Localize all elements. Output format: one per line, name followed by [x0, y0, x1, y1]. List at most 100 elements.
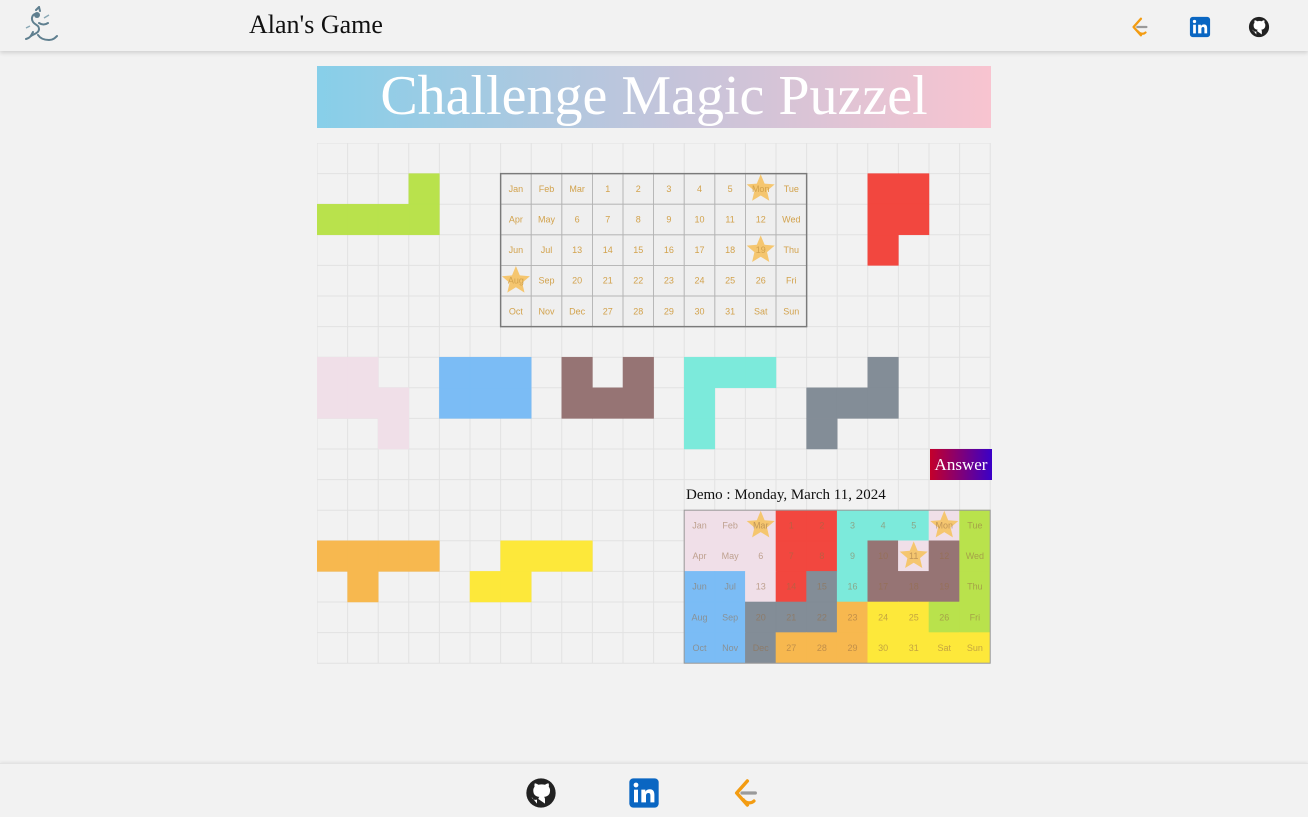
dragon-logo-icon[interactable]	[22, 5, 58, 44]
calendar-cell-label: Mon	[752, 184, 770, 194]
demo-cell-label: Jun	[692, 582, 707, 592]
piece-blue[interactable]	[439, 356, 471, 389]
piece-teal[interactable]	[683, 418, 716, 450]
calendar-cell-label: Jul	[541, 245, 553, 255]
demo-cell-label: Sep	[722, 612, 738, 622]
piece-yellow[interactable]	[500, 540, 532, 572]
piece-pink[interactable]	[377, 418, 410, 450]
github-icon[interactable]	[1247, 15, 1271, 39]
piece-gray[interactable]	[867, 387, 899, 419]
piece-lime[interactable]	[408, 173, 440, 205]
piece-orange[interactable]	[347, 540, 379, 572]
demo-cell-label: 23	[847, 612, 857, 622]
piece-teal[interactable]	[714, 356, 746, 389]
calendar-cell-label: 10	[694, 215, 704, 225]
piece-orange[interactable]	[377, 540, 410, 572]
demo-cell-label: Sun	[967, 643, 983, 653]
calendar-cell-label: 1	[605, 184, 610, 194]
calendar-cell-label: 31	[725, 306, 735, 316]
demo-cell-label: Mon	[936, 521, 954, 531]
demo-cell-label: 25	[909, 612, 919, 622]
piece-brown[interactable]	[561, 356, 593, 389]
piece-lime[interactable]	[377, 203, 410, 236]
calendar-cell-label: Wed	[782, 215, 800, 225]
calendar-cell-label: Nov	[538, 306, 555, 316]
piece-lime[interactable]	[347, 203, 379, 236]
piece-lime[interactable]	[408, 203, 440, 236]
piece-pink[interactable]	[347, 356, 379, 389]
piece-brown[interactable]	[592, 387, 624, 419]
game-banner: Challenge Magic Puzzel	[317, 66, 991, 128]
piece-orange[interactable]	[347, 571, 379, 603]
piece-brown[interactable]	[561, 387, 593, 419]
piece-gray[interactable]	[806, 418, 838, 450]
piece-red[interactable]	[898, 173, 930, 205]
piece-pink[interactable]	[347, 387, 379, 419]
calendar-cell-label: 20	[572, 276, 582, 286]
piece-gray[interactable]	[867, 356, 899, 389]
calendar-cell-label: 14	[603, 245, 613, 255]
piece-yellow[interactable]	[469, 571, 501, 603]
piece-yellow[interactable]	[500, 571, 532, 603]
leetcode-icon[interactable]	[1128, 15, 1152, 39]
calendar-cell-label: 4	[697, 184, 702, 194]
piece-red[interactable]	[867, 173, 899, 205]
demo-cell-label: Thu	[967, 582, 983, 592]
demo-cell-label: 1	[789, 521, 794, 531]
demo-cell-label: 28	[817, 643, 827, 653]
piece-red[interactable]	[898, 203, 930, 236]
piece-blue[interactable]	[500, 387, 532, 419]
piece-yellow[interactable]	[530, 540, 563, 572]
piece-teal[interactable]	[745, 356, 777, 389]
demo-cell-label: Jul	[724, 582, 736, 592]
calendar-cell-label: Sat	[754, 306, 768, 316]
linkedin-icon[interactable]	[1188, 15, 1212, 39]
piece-blue[interactable]	[469, 387, 501, 419]
leetcode-icon[interactable]	[729, 776, 763, 810]
calendar-cell-label: Jun	[509, 245, 524, 255]
demo-cell-label: Sat	[938, 643, 952, 653]
piece-blue[interactable]	[439, 387, 471, 419]
demo-cell-label: Wed	[966, 551, 984, 561]
piece-gray[interactable]	[806, 387, 838, 419]
piece-yellow[interactable]	[561, 540, 593, 572]
demo-cell-label: 24	[878, 612, 888, 622]
demo-cell-label: 26	[939, 612, 949, 622]
piece-lime[interactable]	[317, 203, 348, 236]
demo-cell-label: 5	[911, 521, 916, 531]
piece-red[interactable]	[867, 234, 899, 266]
demo-cell-label: Oct	[692, 643, 707, 653]
piece-orange[interactable]	[317, 540, 348, 572]
linkedin-icon[interactable]	[627, 776, 661, 810]
demo-cell-label: 7	[789, 551, 794, 561]
calendar-cell-label: Fri	[786, 276, 797, 286]
piece-pink[interactable]	[377, 387, 410, 419]
piece-orange[interactable]	[408, 540, 440, 572]
banner-title: Challenge Magic Puzzel	[380, 65, 928, 127]
piece-pink[interactable]	[317, 387, 348, 419]
calendar-cell-label: 27	[603, 306, 613, 316]
piece-brown[interactable]	[622, 356, 654, 389]
piece-teal[interactable]	[683, 387, 716, 419]
calendar-cell-label: 9	[666, 215, 671, 225]
calendar-cell-label: 16	[664, 245, 674, 255]
top-navbar: Alan's Game	[0, 0, 1308, 51]
calendar-cell-label: 29	[664, 306, 674, 316]
piece-brown[interactable]	[622, 387, 654, 419]
calendar-cell-label: 26	[756, 276, 766, 286]
calendar-cell-label: 23	[664, 276, 674, 286]
piece-pink[interactable]	[317, 356, 348, 389]
github-icon[interactable]	[524, 776, 558, 810]
answer-button[interactable]: Answer	[930, 449, 992, 480]
piece-teal[interactable]	[683, 356, 716, 389]
calendar-cell-label: 7	[605, 215, 610, 225]
calendar-cell-label: 2	[636, 184, 641, 194]
piece-blue[interactable]	[500, 356, 532, 389]
piece-red[interactable]	[867, 203, 899, 236]
demo-title: Demo : Monday, March 11, 2024	[686, 487, 886, 503]
piece-blue[interactable]	[469, 356, 501, 389]
demo-cell-label: Mar	[753, 521, 769, 531]
calendar-cell-label: Tue	[784, 184, 799, 194]
piece-gray[interactable]	[836, 387, 869, 419]
puzzle-grid[interactable]: Jan Feb Mar 1 2 3 4 5 Mon TueApr May 6 7 8 9 10 11 12 WedJ…	[317, 143, 993, 665]
